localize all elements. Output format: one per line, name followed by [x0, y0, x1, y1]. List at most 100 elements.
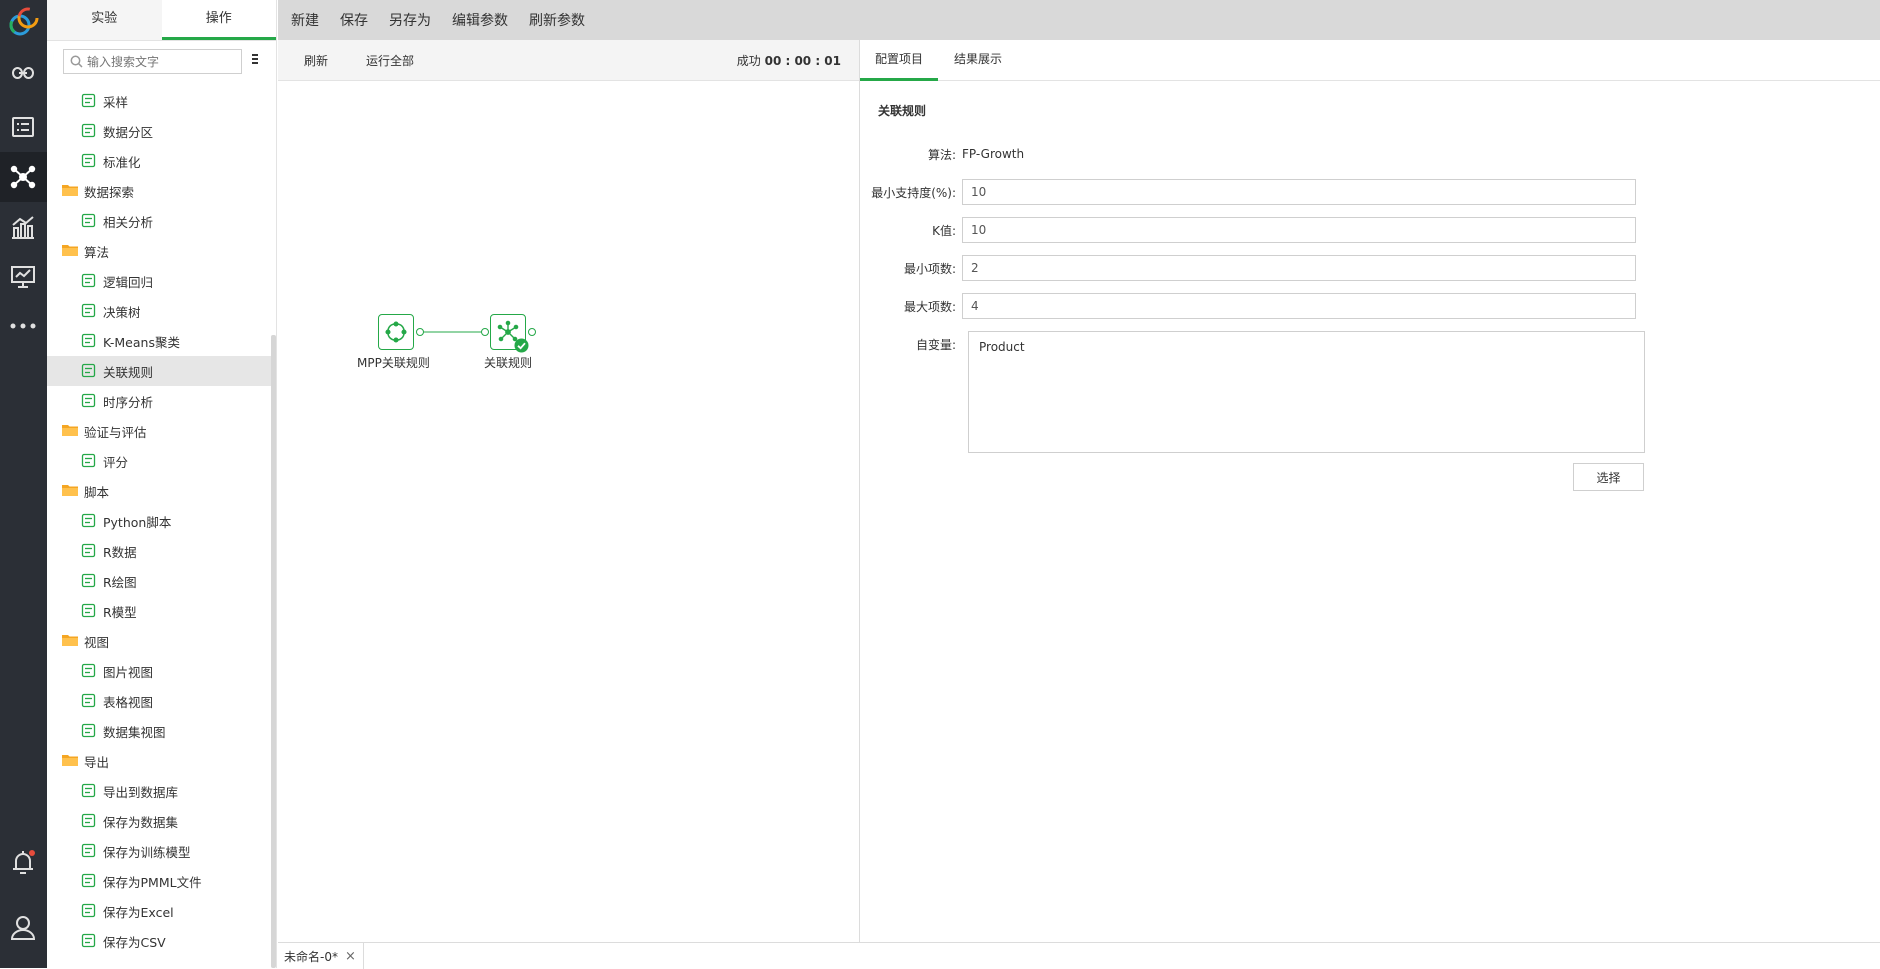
- algorithm-value: FP-Growth: [962, 147, 1025, 161]
- edit-params-button[interactable]: 编辑参数: [452, 10, 508, 30]
- tree-item[interactable]: 保存为CSV: [47, 926, 271, 956]
- tab-operations[interactable]: 操作: [161, 0, 276, 40]
- save-csv-icon: [81, 933, 97, 949]
- tree-item-label: 图片视图: [103, 664, 154, 680]
- tree-item-label: 标准化: [103, 154, 141, 170]
- node-label: 关联规则: [484, 356, 533, 370]
- tree-item[interactable]: 评分: [47, 446, 271, 476]
- save-as-button[interactable]: 另存为: [389, 10, 431, 30]
- tree-item[interactable]: 图片视图: [47, 656, 271, 686]
- tree-item[interactable]: 导出到数据库: [47, 776, 271, 806]
- search-input[interactable]: [87, 54, 237, 69]
- tree-item[interactable]: K-Means聚类: [47, 326, 271, 356]
- workflow-canvas[interactable]: 刷新 运行全部 成功 00 : 00 : 01 MPP关联规则 关联规则: [278, 40, 859, 942]
- folder-icon: [62, 243, 78, 259]
- tree-item[interactable]: R模型: [47, 596, 271, 626]
- tree-folder[interactable]: 视图: [47, 626, 271, 656]
- tree-item-label: 时序分析: [103, 394, 154, 410]
- score-icon: [81, 453, 97, 469]
- tree-item[interactable]: R数据: [47, 536, 271, 566]
- tree-item[interactable]: 数据集视图: [47, 716, 271, 746]
- min-support-row: 最小支持度(%):: [860, 179, 1636, 205]
- link-icon[interactable]: [8, 58, 38, 88]
- tree-item[interactable]: 决策树: [47, 296, 271, 326]
- tree-item-label: 决策树: [103, 304, 141, 320]
- config-panel: 配置项目 结果展示 关联规则 算法: FP-Growth 最小支持度(%): K…: [860, 40, 1880, 942]
- tree-folder[interactable]: 脚本: [47, 476, 271, 506]
- image-view-icon: [81, 663, 97, 679]
- folder-icon: [62, 483, 78, 499]
- refresh-params-button[interactable]: 刷新参数: [529, 10, 585, 30]
- workflow-node-mpp[interactable]: MPP关联规则: [357, 314, 430, 370]
- tree-item[interactable]: Python脚本: [47, 506, 271, 536]
- network-icon[interactable]: [8, 162, 38, 192]
- output-port[interactable]: [528, 328, 536, 336]
- max-items-row: 最大项数:: [860, 293, 1636, 319]
- dataset-view-icon: [81, 723, 97, 739]
- tree-item-label: 保存为数据集: [103, 814, 179, 830]
- tree-item-label: 逻辑回归: [103, 274, 154, 290]
- max-items-input[interactable]: [962, 293, 1636, 319]
- tab-config[interactable]: 配置项目: [860, 40, 938, 81]
- python-icon: [81, 513, 97, 529]
- tree-folder[interactable]: 算法: [47, 236, 271, 266]
- menu-icon[interactable]: [251, 53, 261, 69]
- tree-item-label: 导出: [84, 754, 110, 770]
- tree-item[interactable]: 逻辑回归: [47, 266, 271, 296]
- tree-item[interactable]: 采样: [47, 86, 271, 116]
- tree-folder[interactable]: 验证与评估: [47, 416, 271, 446]
- tree-item[interactable]: 时序分析: [47, 386, 271, 416]
- tree-item-label: 数据探索: [84, 184, 135, 200]
- min-items-input[interactable]: [962, 255, 1636, 281]
- more-icon[interactable]: [8, 311, 38, 341]
- save-button[interactable]: 保存: [340, 10, 368, 30]
- tree-item[interactable]: 数据分区: [47, 116, 271, 146]
- top-toolbar: 新建 保存 另存为 编辑参数 刷新参数: [278, 0, 1880, 40]
- variables-textarea[interactable]: Product: [968, 331, 1645, 453]
- cluster-icon: [81, 333, 97, 349]
- tree-item[interactable]: 保存为PMML文件: [47, 866, 271, 896]
- tree-item-label: K-Means聚类: [103, 334, 180, 350]
- new-button[interactable]: 新建: [291, 10, 319, 30]
- presentation-icon[interactable]: [8, 262, 38, 292]
- mpp-association-icon: [378, 314, 414, 350]
- output-port[interactable]: [416, 328, 424, 336]
- search-icon: [70, 55, 83, 68]
- r-plot-icon: [81, 573, 97, 589]
- tab-results[interactable]: 结果展示: [954, 40, 1002, 81]
- tree-item[interactable]: 关联规则: [47, 356, 271, 386]
- tab-experiment[interactable]: 实验: [47, 0, 162, 40]
- input-port[interactable]: [481, 328, 489, 336]
- document-tab[interactable]: 未命名-0* ×: [278, 943, 364, 969]
- tree-folder[interactable]: 导出: [47, 746, 271, 776]
- r-data-icon: [81, 543, 97, 559]
- tree-item[interactable]: 标准化: [47, 146, 271, 176]
- bell-icon[interactable]: [8, 848, 38, 878]
- tree-item[interactable]: 保存为数据集: [47, 806, 271, 836]
- folder-icon: [62, 633, 78, 649]
- list-icon[interactable]: [8, 112, 38, 142]
- tree-item[interactable]: 表格视图: [47, 686, 271, 716]
- tree-item-label: 保存为CSV: [103, 934, 166, 950]
- regression-icon: [81, 273, 97, 289]
- tree-item-label: R绘图: [103, 574, 137, 590]
- tree-icon: [81, 303, 97, 319]
- search-box: [63, 49, 242, 74]
- workflow-node-association[interactable]: 关联规则: [481, 314, 536, 370]
- close-icon[interactable]: ×: [345, 949, 356, 964]
- tree-item[interactable]: 相关分析: [47, 206, 271, 236]
- user-icon[interactable]: [8, 912, 38, 942]
- min-support-input[interactable]: [962, 179, 1636, 205]
- tree-item[interactable]: 保存为训练模型: [47, 836, 271, 866]
- tree-item[interactable]: R绘图: [47, 566, 271, 596]
- tree-folder[interactable]: 数据探索: [47, 176, 271, 206]
- tree-item-label: 数据集视图: [103, 724, 166, 740]
- tree-item-label: 评分: [103, 454, 129, 470]
- variables-label: 自变量:: [915, 337, 956, 352]
- tree-item-label: 验证与评估: [84, 424, 147, 440]
- sidebar-scrollbar[interactable]: [271, 335, 276, 968]
- select-button[interactable]: 选择: [1573, 463, 1644, 491]
- k-value-input[interactable]: [962, 217, 1636, 243]
- chart-icon[interactable]: [8, 212, 38, 242]
- tree-item[interactable]: 保存为Excel: [47, 896, 271, 926]
